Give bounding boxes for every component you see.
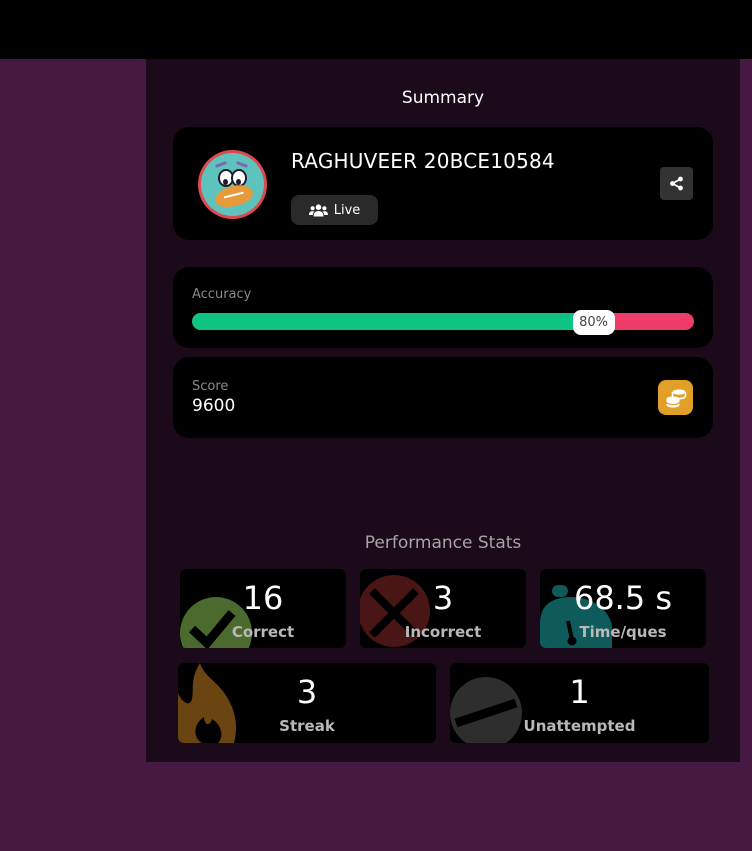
accuracy-card: Accuracy 80%	[173, 267, 713, 348]
share-icon	[670, 176, 683, 191]
top-bar	[0, 0, 752, 59]
accuracy-bar-fill	[192, 313, 594, 330]
streak-value: 3	[296, 673, 318, 711]
coins-icon	[665, 388, 686, 408]
time-per-question-label: Time/ques	[579, 623, 667, 641]
stat-streak: 3 Streak	[178, 663, 436, 743]
performance-stats-title: Performance Stats	[364, 533, 522, 553]
correct-label: Correct	[231, 623, 295, 641]
incorrect-label: Incorrect	[404, 623, 482, 641]
streak-label: Streak	[279, 717, 335, 735]
unattempted-count: 1	[569, 673, 590, 711]
incorrect-count: 3	[432, 579, 454, 617]
unattempted-label: Unattempted	[523, 717, 636, 735]
live-badge-label: Live	[333, 202, 361, 218]
player-name: RAGHUVEER 20BCE10584	[291, 149, 555, 173]
stat-unattempted: 1 Unattempted	[450, 663, 709, 743]
score-label: Score	[192, 379, 229, 394]
live-mode-badge: Live	[291, 195, 378, 225]
score-card: Score 9600	[173, 357, 713, 438]
accuracy-bar	[192, 313, 694, 330]
summary-panel: Summary RAGHUVEER 20BCE10584 Live Accura…	[146, 59, 740, 762]
time-per-question-value: 68.5 s	[573, 579, 673, 617]
profile-card: RAGHUVEER 20BCE10584 Live	[173, 127, 713, 240]
accuracy-percent-pill: 80%	[572, 310, 615, 335]
share-button[interactable]	[660, 167, 693, 200]
stat-time-per-question: 68.5 s Time/ques	[540, 569, 706, 648]
avatar	[198, 150, 267, 219]
coins-button[interactable]	[658, 380, 693, 415]
accuracy-label: Accuracy	[192, 287, 252, 302]
stat-correct: 16 Correct	[180, 569, 346, 648]
score-value: 9600	[192, 396, 236, 416]
football-monster-avatar-icon	[201, 153, 264, 216]
users-icon	[308, 203, 328, 216]
summary-title: Summary	[401, 88, 485, 108]
correct-count: 16	[242, 579, 284, 617]
stat-incorrect: 3 Incorrect	[360, 569, 526, 648]
